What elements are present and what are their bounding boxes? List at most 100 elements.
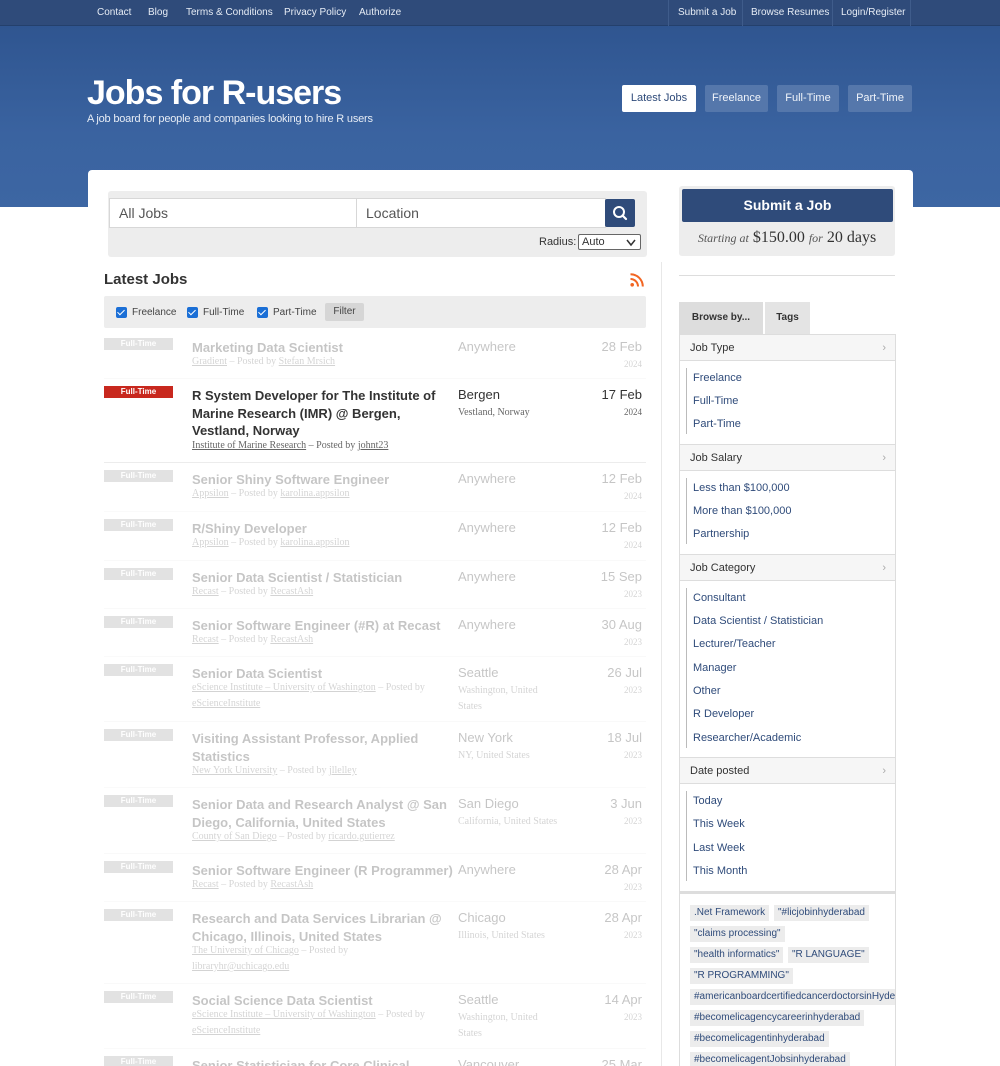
table-row[interactable]: Full-Time Senior Software Engineer (#R) … [104,609,646,657]
sidebar-link-data-scientist[interactable]: Data Scientist / Statistician [693,615,823,627]
location-input[interactable]: Location [356,198,606,228]
radius-select[interactable]: Auto [578,234,641,250]
company-link[interactable]: The University of Chicago [192,945,299,956]
job-meta: New York University – Posted by jllelley [192,763,457,779]
company-link[interactable]: Gradient [192,356,227,367]
nav-blog[interactable]: Blog [148,7,168,18]
nav-submit-job[interactable]: Submit a Job [678,7,736,18]
poster-link[interactable]: RecastAsh [270,634,313,645]
company-link[interactable]: Recast [192,634,219,645]
rss-icon[interactable] [630,273,644,287]
poster-link[interactable]: RecastAsh [270,879,313,890]
sidebar-link-r-developer[interactable]: R Developer [693,708,754,720]
tab-freelance[interactable]: Freelance [705,85,768,112]
filter-button[interactable]: Filter [325,303,364,321]
search-button[interactable] [605,199,635,227]
site-title[interactable]: Jobs for R-users [87,74,342,113]
nav-contact[interactable]: Contact [97,7,131,18]
sidebar-link-this-month[interactable]: This Month [693,865,747,877]
table-row[interactable]: Full-Time Visiting Assistant Professor, … [104,722,646,788]
table-row[interactable]: Full-Time R System Developer for The Ins… [104,379,646,463]
tag-item[interactable]: #americanboardcertifiedcancerdoctorsinHy… [690,989,895,1005]
company-link[interactable]: New York University [192,765,277,776]
table-row[interactable]: Full-Time Senior Statistician for Core C… [104,1049,646,1066]
checkbox-part-time[interactable] [257,307,268,318]
job-title[interactable]: Senior Data and Research Analyst @ San D… [192,796,452,831]
nav-privacy[interactable]: Privacy Policy [284,7,346,18]
company-link[interactable]: Recast [192,586,219,597]
company-link[interactable]: Appsilon [192,537,229,548]
tab-browse-by[interactable]: Browse by... [679,302,763,334]
table-row[interactable]: Full-Time Social Science Data Scientist … [104,984,646,1049]
submit-job-button[interactable]: Submit a Job [682,189,893,222]
poster-link[interactable]: Stefan Mrsich [279,356,335,367]
nav-terms[interactable]: Terms & Conditions [186,7,273,18]
poster-link[interactable]: jllelley [329,765,357,776]
poster-link[interactable]: RecastAsh [270,586,313,597]
poster-link[interactable]: ricardo.gutierrez [328,831,394,842]
job-title[interactable]: Research and Data Services Librarian @ C… [192,910,452,945]
tab-tags[interactable]: Tags [765,302,810,334]
company-link[interactable]: Recast [192,879,219,890]
company-link[interactable]: eScience Institute – University of Washi… [192,682,376,693]
tab-full-time[interactable]: Full-Time [777,85,839,112]
company-link[interactable]: Institute of Marine Research [192,440,306,451]
table-row[interactable]: Full-Time Senior Data Scientist / Statis… [104,561,646,609]
tab-latest-jobs[interactable]: Latest Jobs [622,85,696,112]
job-title[interactable]: Senior Statistician for Core Clinical [192,1057,492,1066]
tag-item[interactable]: "health informatics" [690,947,784,963]
tag-item[interactable]: "R LANGUAGE" [788,947,869,963]
poster-link[interactable]: karolina.appsilon [280,488,349,499]
tab-part-time[interactable]: Part-Time [848,85,912,112]
sidebar-link-full-time[interactable]: Full-Time [693,395,738,407]
tag-item[interactable]: #becomelicagentJobsinhyderabad [690,1052,850,1066]
price-value: $150.00 [752,229,805,246]
table-row[interactable]: Full-Time Senior Data Scientist eScience… [104,657,646,722]
sidebar-link-other[interactable]: Other [693,685,721,697]
sidebar-link-last-week[interactable]: Last Week [693,842,745,854]
sidebar-link-consultant[interactable]: Consultant [693,592,746,604]
company-link[interactable]: eScience Institute – University of Washi… [192,1009,376,1020]
sidebar-link-salary-under[interactable]: Less than $100,000 [693,482,790,494]
sidebar-link-today[interactable]: Today [693,795,722,807]
tag-item[interactable]: #becomelicagencycareerinhyderabad [690,1010,865,1026]
sidebar-link-freelance[interactable]: Freelance [693,372,742,384]
job-title[interactable]: Visiting Assistant Professor, Applied St… [192,730,452,765]
poster-link[interactable]: eScienceInstitute [192,698,260,709]
tag-item[interactable]: "claims processing" [690,926,785,942]
tag-item[interactable]: .Net Framework [690,905,770,921]
company-link[interactable]: County of San Diego [192,831,277,842]
section-job-category[interactable]: Job Category › [680,554,895,581]
sidebar-link-lecturer[interactable]: Lecturer/Teacher [693,638,776,650]
poster-link[interactable]: libraryhr@uchicago.edu [192,961,289,972]
section-date-posted[interactable]: Date posted › [680,757,895,784]
nav-authorize[interactable]: Authorize [359,7,401,18]
sidebar-link-partnership[interactable]: Partnership [693,528,749,540]
job-title[interactable]: R System Developer for The Institute of … [192,387,452,440]
sidebar-link-this-week[interactable]: This Week [693,818,745,830]
table-row[interactable]: Full-Time Senior Software Engineer (R Pr… [104,854,646,902]
table-row[interactable]: Full-Time R/Shiny Developer Appsilon – P… [104,512,646,561]
company-link[interactable]: Appsilon [192,488,229,499]
sidebar-link-manager[interactable]: Manager [693,662,736,674]
poster-link[interactable]: johnt23 [358,440,389,451]
checkbox-freelance[interactable] [116,307,127,318]
section-job-type[interactable]: Job Type › [680,334,895,361]
poster-link[interactable]: karolina.appsilon [280,537,349,548]
table-row[interactable]: Full-Time Senior Data and Research Analy… [104,788,646,854]
tag-item[interactable]: "#licjobinhyderabad [774,905,869,921]
table-row[interactable]: Full-Time Senior Shiny Software Engineer… [104,463,646,512]
sidebar-link-part-time[interactable]: Part-Time [693,418,741,430]
nav-browse-resumes[interactable]: Browse Resumes [751,7,829,18]
keywords-input[interactable]: All Jobs [109,198,357,228]
sidebar-link-salary-over[interactable]: More than $100,000 [693,505,791,517]
tag-item[interactable]: "R PROGRAMMING" [690,968,793,984]
table-row[interactable]: Full-Time Marketing Data Scientist Gradi… [104,331,646,379]
sidebar-link-researcher[interactable]: Researcher/Academic [693,732,801,744]
checkbox-full-time[interactable] [187,307,198,318]
tag-item[interactable]: #becomelicagentinhyderabad [690,1031,829,1047]
section-job-salary[interactable]: Job Salary › [680,444,895,471]
nav-login-register[interactable]: Login/Register [841,7,905,18]
table-row[interactable]: Full-Time Research and Data Services Lib… [104,902,646,984]
poster-link[interactable]: eScienceInstitute [192,1025,260,1036]
